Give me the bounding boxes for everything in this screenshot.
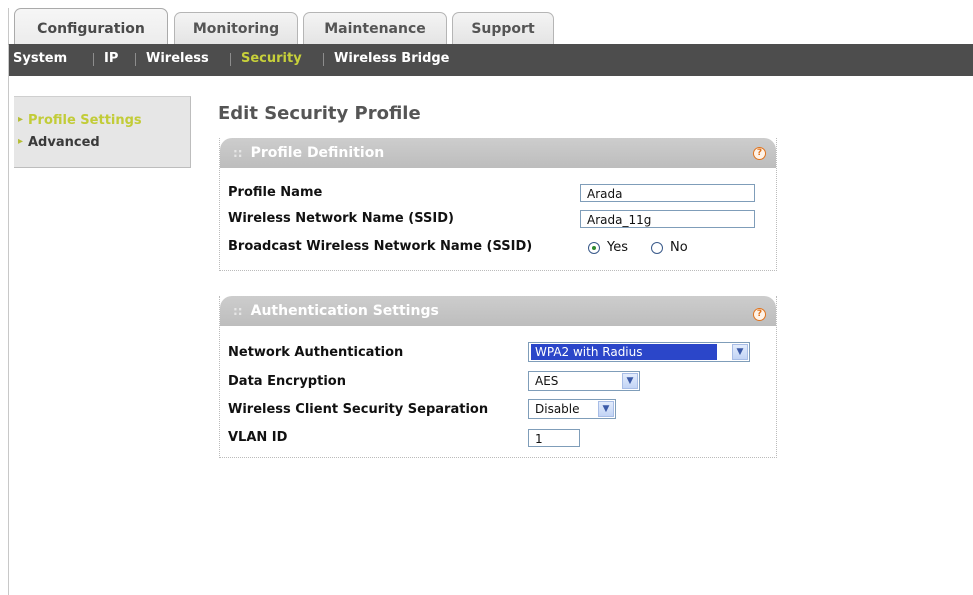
subnav-wireless[interactable]: Wireless [146,44,209,76]
help-icon[interactable]: ? [753,308,766,321]
subnav-separator [135,53,136,66]
subnav-wireless-bridge[interactable]: Wireless Bridge [334,44,450,76]
triangle-right-icon: ▸ [18,114,24,125]
left-menu: ▸ Profile Settings ▸ Advanced [14,96,191,168]
client-separation-select[interactable]: Disable ▼ [528,399,616,419]
section-header: :: Profile Definition ? [220,138,776,168]
menu-item-label: Advanced [28,135,100,150]
authentication-settings-section: :: Authentication Settings ? Network Auth… [219,296,777,458]
broadcast-ssid-label: Broadcast Wireless Network Name (SSID) [228,239,533,254]
ssid-input[interactable]: Arada_11g [580,210,755,228]
tab-maintenance[interactable]: Maintenance [303,12,447,45]
header-prefix: :: [233,304,243,318]
chevron-down-icon[interactable]: ▼ [622,373,638,389]
data-encryption-label: Data Encryption [228,374,346,389]
sub-navigation: System IP Wireless Security Wireless Bri… [9,44,973,76]
menu-item-label: Profile Settings [28,113,142,128]
vlan-id-label: VLAN ID [228,430,288,445]
chevron-down-icon[interactable]: ▼ [598,401,614,417]
subnav-separator [230,53,231,66]
broadcast-yes-label: Yes [607,240,628,255]
subnav-ip[interactable]: IP [104,44,118,76]
data-encryption-select[interactable]: AES ▼ [528,371,640,391]
network-authentication-select[interactable]: WPA2 with Radius ▼ [528,342,750,362]
tab-configuration[interactable]: Configuration [14,8,168,45]
select-value: Disable [535,402,580,416]
page-border [8,8,9,595]
radio-selected-dot [592,246,596,250]
tab-support[interactable]: Support [452,12,554,45]
section-title: Authentication Settings [250,303,439,319]
triangle-right-icon: ▸ [18,136,24,147]
broadcast-no-radio[interactable] [651,242,663,254]
select-value: WPA2 with Radius [531,344,717,360]
ssid-label: Wireless Network Name (SSID) [228,211,454,226]
chevron-down-icon[interactable]: ▼ [732,344,748,360]
subnav-system[interactable]: System [13,44,67,76]
network-authentication-label: Network Authentication [228,345,404,360]
menu-item-advanced[interactable]: ▸ Advanced [18,135,100,150]
menu-item-profile-settings[interactable]: ▸ Profile Settings [18,113,142,128]
header-prefix: :: [233,146,243,160]
subnav-separator [93,53,94,66]
page-title: Edit Security Profile [218,103,421,124]
profile-definition-section: :: Profile Definition ? Profile Name Arad… [219,138,777,271]
profile-name-input[interactable]: Arada [580,184,755,202]
client-separation-label: Wireless Client Security Separation [228,402,489,417]
profile-name-label: Profile Name [228,185,323,200]
broadcast-no-label: No [670,240,688,255]
subnav-security[interactable]: Security [241,44,302,76]
help-icon[interactable]: ? [753,147,766,160]
vlan-id-input[interactable]: 1 [528,429,580,447]
broadcast-yes-radio[interactable] [588,242,600,254]
section-title: Profile Definition [250,145,385,161]
subnav-separator [323,53,324,66]
tab-monitoring[interactable]: Monitoring [174,12,298,45]
section-header: :: Authentication Settings ? [220,296,776,326]
select-value: AES [535,374,559,388]
